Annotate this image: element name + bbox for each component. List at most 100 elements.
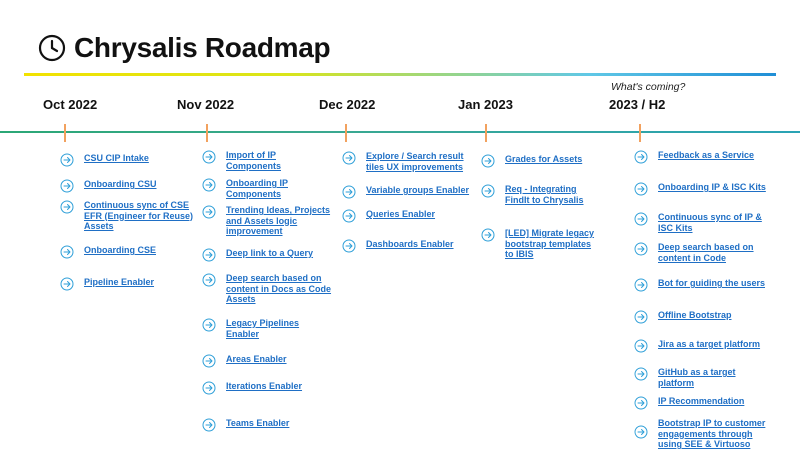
roadmap-item-label[interactable]: Explore / Search result tiles UX improve… bbox=[366, 151, 478, 172]
timeline-tick bbox=[206, 124, 208, 142]
clock-icon bbox=[38, 34, 66, 62]
roadmap-item[interactable]: Trending Ideas, Projects and Assets logi… bbox=[202, 205, 337, 237]
month-dec-2022: Dec 2022 bbox=[316, 97, 379, 112]
roadmap-item[interactable]: CSU CIP Intake bbox=[60, 153, 190, 167]
roadmap-item-label[interactable]: Bot for guiding the users bbox=[658, 278, 765, 289]
roadmap-item-label[interactable]: Onboarding IP Components bbox=[226, 178, 326, 199]
roadmap-item-label[interactable]: Onboarding CSE bbox=[84, 245, 156, 256]
circle-arrow-right-icon bbox=[634, 182, 648, 196]
circle-arrow-right-icon bbox=[202, 248, 216, 262]
roadmap-item[interactable]: Continuous sync of CSE EFR (Engineer for… bbox=[60, 200, 195, 232]
circle-arrow-right-icon bbox=[202, 418, 216, 432]
roadmap-item-label[interactable]: Iterations Enabler bbox=[226, 381, 302, 392]
roadmap-item[interactable]: IP Recommendation bbox=[634, 396, 784, 410]
roadmap-item-label[interactable]: Req - Integrating FindIt to Chrysalis bbox=[505, 184, 589, 205]
roadmap-item-label[interactable]: Jira as a target platform bbox=[658, 339, 760, 350]
roadmap-item[interactable]: Dashboards Enabler bbox=[342, 239, 482, 253]
circle-arrow-right-icon bbox=[202, 318, 216, 332]
roadmap-item[interactable]: Jira as a target platform bbox=[634, 339, 784, 353]
roadmap-item-label[interactable]: Dashboards Enabler bbox=[366, 239, 454, 250]
roadmap-item[interactable]: Queries Enabler bbox=[342, 209, 482, 223]
timeline-line bbox=[0, 131, 800, 133]
circle-arrow-right-icon bbox=[202, 205, 216, 219]
roadmap-item-label[interactable]: Teams Enabler bbox=[226, 418, 289, 429]
roadmap-item[interactable]: Import of IP Components bbox=[202, 150, 332, 171]
roadmap-item-label[interactable]: Pipeline Enabler bbox=[84, 277, 154, 288]
roadmap-item[interactable]: Iterations Enabler bbox=[202, 381, 332, 395]
circle-arrow-right-icon bbox=[634, 367, 648, 381]
roadmap-item[interactable]: [LED] Migrate legacy bootstrap templates… bbox=[481, 228, 596, 260]
roadmap-item[interactable]: Pipeline Enabler bbox=[60, 277, 190, 291]
roadmap-item[interactable]: Continuous sync of IP & ISC Kits bbox=[634, 212, 784, 233]
roadmap-item-label[interactable]: Grades for Assets bbox=[505, 154, 582, 165]
roadmap-item[interactable]: Onboarding CSE bbox=[60, 245, 190, 259]
roadmap-item[interactable]: Deep link to a Query bbox=[202, 248, 332, 262]
roadmap-item-label[interactable]: Feedback as a Service bbox=[658, 150, 754, 161]
roadmap-item-label[interactable]: GitHub as a target platform bbox=[658, 367, 748, 388]
circle-arrow-right-icon bbox=[634, 339, 648, 353]
circle-arrow-right-icon bbox=[634, 212, 648, 226]
circle-arrow-right-icon bbox=[481, 154, 495, 168]
roadmap-item-label[interactable]: Import of IP Components bbox=[226, 150, 326, 171]
roadmap-item[interactable]: Bot for guiding the users bbox=[634, 278, 784, 292]
roadmap-item[interactable]: Bootstrap IP to customer engagements thr… bbox=[634, 418, 794, 450]
roadmap-item-label[interactable]: Offline Bootstrap bbox=[658, 310, 732, 321]
month-oct-2022: Oct 2022 bbox=[40, 97, 101, 112]
roadmap-item[interactable]: Onboarding IP & ISC Kits bbox=[634, 182, 784, 196]
roadmap-item[interactable]: Offline Bootstrap bbox=[634, 310, 784, 324]
circle-arrow-right-icon bbox=[342, 185, 356, 199]
circle-arrow-right-icon bbox=[634, 278, 648, 292]
roadmap-item[interactable]: Onboarding IP Components bbox=[202, 178, 332, 199]
title-underline bbox=[24, 73, 776, 76]
circle-arrow-right-icon bbox=[202, 354, 216, 368]
roadmap-item[interactable]: Deep search based on content in Code bbox=[634, 242, 784, 263]
timeline-tick bbox=[639, 124, 641, 142]
timeline-tick bbox=[485, 124, 487, 142]
roadmap-item-label[interactable]: IP Recommendation bbox=[658, 396, 744, 407]
roadmap-item[interactable]: Req - Integrating FindIt to Chrysalis bbox=[481, 184, 596, 205]
roadmap-item[interactable]: Feedback as a Service bbox=[634, 150, 784, 164]
circle-arrow-right-icon bbox=[60, 153, 74, 167]
roadmap-item[interactable]: Legacy Pipelines Enabler bbox=[202, 318, 332, 339]
month-2023-h2: 2023 / H2 bbox=[606, 97, 669, 112]
roadmap-item[interactable]: Explore / Search result tiles UX improve… bbox=[342, 151, 482, 172]
roadmap-item-label[interactable]: Areas Enabler bbox=[226, 354, 287, 365]
roadmap-item-label[interactable]: CSU CIP Intake bbox=[84, 153, 149, 164]
roadmap-item[interactable]: Teams Enabler bbox=[202, 418, 332, 432]
circle-arrow-right-icon bbox=[202, 178, 216, 192]
roadmap-item-label[interactable]: Bootstrap IP to customer engagements thr… bbox=[658, 418, 776, 450]
circle-arrow-right-icon bbox=[634, 150, 648, 164]
roadmap-item-label[interactable]: Deep link to a Query bbox=[226, 248, 313, 259]
month-nov-2022: Nov 2022 bbox=[174, 97, 238, 112]
roadmap-item-label[interactable]: [LED] Migrate legacy bootstrap templates… bbox=[505, 228, 595, 260]
roadmap-item-label[interactable]: Deep search based on content in Code bbox=[658, 242, 762, 263]
roadmap-item-label[interactable]: Onboarding CSU bbox=[84, 179, 157, 190]
roadmap-item[interactable]: Areas Enabler bbox=[202, 354, 332, 368]
title-area: Chrysalis Roadmap bbox=[38, 28, 331, 68]
roadmap-item-label[interactable]: Continuous sync of CSE EFR (Engineer for… bbox=[84, 200, 195, 232]
roadmap-item-label[interactable]: Onboarding IP & ISC Kits bbox=[658, 182, 766, 193]
roadmap-item-label[interactable]: Trending Ideas, Projects and Assets logi… bbox=[226, 205, 336, 237]
timeline-tick bbox=[64, 124, 66, 142]
circle-arrow-right-icon bbox=[634, 310, 648, 324]
circle-arrow-right-icon bbox=[60, 179, 74, 193]
circle-arrow-right-icon bbox=[60, 245, 74, 259]
roadmap-item[interactable]: Grades for Assets bbox=[481, 154, 596, 168]
roadmap-item-label[interactable]: Legacy Pipelines Enabler bbox=[226, 318, 306, 339]
circle-arrow-right-icon bbox=[481, 184, 495, 198]
roadmap-item-label[interactable]: Deep search based on content in Docs as … bbox=[226, 273, 334, 305]
timeline-tick bbox=[345, 124, 347, 142]
roadmap-item-label[interactable]: Queries Enabler bbox=[366, 209, 435, 220]
circle-arrow-right-icon bbox=[481, 228, 495, 242]
circle-arrow-right-icon bbox=[634, 242, 648, 256]
circle-arrow-right-icon bbox=[634, 425, 648, 439]
roadmap-item[interactable]: GitHub as a target platform bbox=[634, 367, 784, 388]
roadmap-item-label[interactable]: Continuous sync of IP & ISC Kits bbox=[658, 212, 770, 233]
circle-arrow-right-icon bbox=[634, 396, 648, 410]
circle-arrow-right-icon bbox=[60, 277, 74, 291]
roadmap-item[interactable]: Variable groups Enabler bbox=[342, 185, 482, 199]
circle-arrow-right-icon bbox=[202, 150, 216, 164]
roadmap-item[interactable]: Deep search based on content in Docs as … bbox=[202, 273, 337, 305]
roadmap-item-label[interactable]: Variable groups Enabler bbox=[366, 185, 469, 196]
roadmap-item[interactable]: Onboarding CSU bbox=[60, 179, 190, 193]
